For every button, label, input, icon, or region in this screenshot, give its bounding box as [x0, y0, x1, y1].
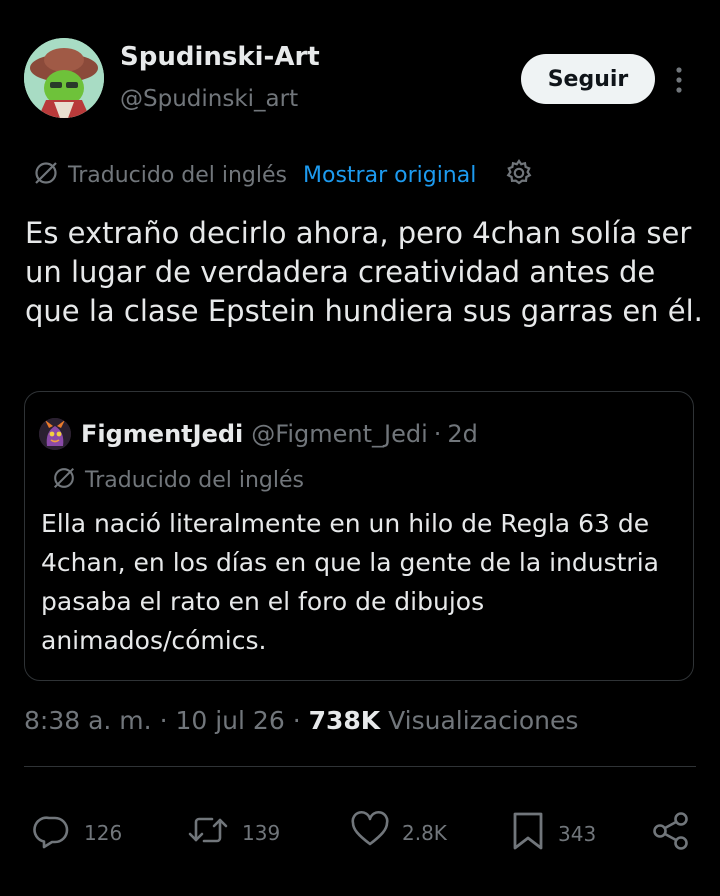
action-bar: 126 139 2.8K 343	[0, 800, 720, 860]
translated-label: Traducido del inglés	[68, 162, 288, 188]
reply-count: 126	[84, 820, 123, 845]
translate-icon	[51, 465, 77, 495]
gear-icon[interactable]	[504, 158, 534, 192]
quoted-tweet-header: FigmentJedi @Figment_Jedi · 2d	[39, 418, 478, 450]
tweet-time[interactable]: 8:38 a. m.	[24, 706, 152, 735]
quoted-timestamp[interactable]: 2d	[447, 420, 478, 448]
views-count: 738K	[308, 706, 381, 735]
more-icon[interactable]	[669, 64, 689, 96]
quoted-translated-label: Traducido del inglés	[85, 467, 305, 493]
like-button[interactable]: 2.8K	[350, 810, 447, 855]
share-icon	[650, 810, 692, 857]
author-handle[interactable]: @Spudinski_art	[120, 86, 298, 112]
share-button[interactable]	[650, 810, 692, 857]
repost-icon	[186, 810, 230, 855]
repost-count: 139	[242, 820, 281, 845]
separator-dot: ·	[159, 706, 168, 735]
separator-dot: ·	[433, 420, 442, 448]
tweet-header: Spudinski-Art @Spudinski_art Seguir	[0, 0, 720, 140]
quoted-author-avatar[interactable]	[39, 418, 71, 450]
quoted-tweet-text: Ella nació literalmente en un hilo de Re…	[41, 509, 659, 655]
quoted-tweet[interactable]: FigmentJedi @Figment_Jedi · 2d Traducido…	[24, 391, 694, 681]
translation-bar: Traducido del inglés Mostrar original	[32, 158, 534, 192]
quoted-author-handle[interactable]: @Figment_Jedi	[251, 420, 427, 448]
follow-button[interactable]: Seguir	[521, 54, 655, 104]
bookmark-button[interactable]: 343	[510, 810, 596, 857]
like-icon	[350, 810, 390, 855]
quoted-translation-bar: Traducido del inglés	[51, 465, 304, 495]
tweet-meta: 8:38 a. m. · 10 jul 26 · 738K Visualizac…	[24, 706, 578, 735]
author-avatar[interactable]	[24, 38, 104, 118]
views-label: Visualizaciones	[388, 706, 579, 735]
show-original-link[interactable]: Mostrar original	[303, 163, 476, 188]
separator-dot: ·	[292, 706, 301, 735]
bookmark-icon	[510, 810, 546, 857]
reply-button[interactable]: 126	[32, 810, 122, 855]
like-count: 2.8K	[402, 820, 447, 845]
author-name[interactable]: Spudinski-Art	[120, 42, 320, 72]
quoted-author-name[interactable]: FigmentJedi	[81, 420, 243, 448]
tweet-date[interactable]: 10 jul 26	[175, 706, 284, 735]
bookmark-count: 343	[558, 821, 597, 846]
divider	[24, 766, 696, 767]
repost-button[interactable]: 139	[186, 810, 280, 855]
tweet-text: Es extraño decirlo ahora, pero 4chan sol…	[25, 216, 703, 328]
translate-icon	[32, 159, 60, 191]
reply-icon	[32, 810, 72, 855]
